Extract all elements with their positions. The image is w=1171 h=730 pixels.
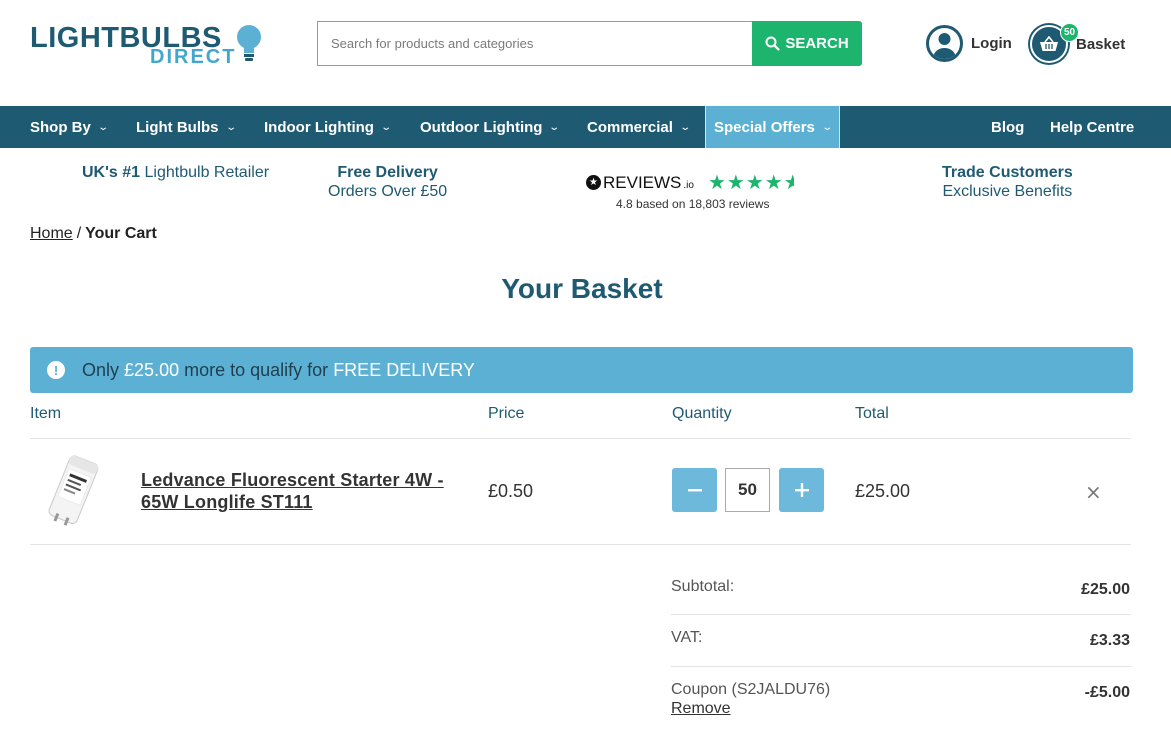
subtotal-label: Subtotal: [671, 578, 735, 595]
nav-item-label: Light Bulbs [136, 118, 219, 136]
quantity-input[interactable] [725, 468, 770, 512]
nav-item-light-bulbs[interactable]: Light Bulbs ⌄ [136, 106, 237, 148]
nav-item-label: Blog [991, 118, 1025, 136]
product-name-link[interactable]: Ledvance Fluorescent Starter 4W - 65W Lo… [141, 469, 471, 513]
usp-delivery-title: Free Delivery [337, 164, 438, 181]
nav-item-label: Commercial [587, 118, 673, 136]
usp-retailer-bold: UK's #1 [82, 164, 141, 181]
reviews-star-logo-icon: ★ [586, 175, 601, 190]
close-icon[interactable]: × [1085, 480, 1102, 504]
nav-item-help-centre[interactable]: Help Centre [1050, 106, 1134, 148]
main-navigation: Shop By ⌄ Light Bulbs ⌄ Indoor Lighting … [0, 106, 1171, 148]
chevron-down-icon: ⌄ [380, 121, 393, 133]
divider [30, 438, 1131, 439]
divider [30, 544, 1131, 545]
login-label: Login [971, 35, 1012, 52]
breadcrumb: Home / Your Cart [30, 225, 157, 243]
column-header-price: Price [488, 405, 525, 422]
banner-highlight: FREE DELIVERY [333, 359, 475, 380]
search-field[interactable] [317, 21, 753, 66]
nav-item-shop-by[interactable]: Shop By ⌄ [30, 106, 109, 148]
divider [671, 666, 1131, 667]
minus-icon [687, 489, 702, 492]
banner-prefix: Only [82, 359, 120, 380]
reviews-brand: REVIEWS [603, 172, 682, 192]
info-icon: ! [47, 361, 65, 379]
chevron-down-icon: ⌄ [97, 121, 109, 133]
basket-label: Basket [1076, 35, 1126, 53]
nav-item-label: Special Offers [714, 118, 815, 136]
lightbulb-logo-icon [237, 25, 261, 61]
breadcrumb-separator: / [76, 225, 82, 242]
usp-delivery-subtitle: Orders Over £50 [328, 183, 448, 200]
reviews-widget[interactable]: ★ REVIEWS .io ★★★★★ 4.8 based on 18,803 r… [586, 170, 804, 211]
divider [671, 614, 1131, 615]
search-icon [765, 36, 780, 51]
chevron-down-icon: ⌄ [548, 121, 561, 133]
nav-item-label: Outdoor Lighting [420, 118, 543, 136]
product-image[interactable] [36, 452, 112, 530]
reviews-summary: 4.8 based on 18,803 reviews [616, 197, 770, 211]
free-delivery-banner: ! Only £25.00 more to qualify for FREE D… [30, 347, 1133, 393]
nav-item-label: Shop By [30, 118, 91, 136]
site-logo[interactable]: LIGHTBULBS DIRECT [30, 22, 265, 68]
nav-item-special-offers[interactable]: Special Offers ⌄ [705, 106, 841, 148]
reviews-suffix: .io [683, 180, 694, 191]
nav-item-label: Help Centre [1050, 118, 1135, 136]
vat-label: VAT: [671, 629, 703, 646]
rating-stars-icon: ★★★★★ [707, 172, 794, 194]
quantity-decrease-button[interactable] [672, 468, 717, 512]
coupon-remove-link[interactable]: Remove [671, 700, 731, 718]
chevron-down-icon: ⌄ [679, 121, 691, 133]
basket-icon: 50 [1030, 23, 1079, 63]
usp-trade-customers[interactable]: Trade Customers Exclusive Benefits [942, 163, 1073, 201]
column-header-total: Total [855, 405, 889, 422]
login-link[interactable]: Login [926, 25, 1012, 62]
banner-middle: more to qualify for [184, 359, 329, 380]
logo-text-bottom: DIRECT [150, 46, 237, 68]
vat-value: £3.33 [1089, 632, 1130, 649]
breadcrumb-home-link[interactable]: Home [30, 225, 73, 243]
column-header-item: Item [30, 405, 62, 422]
subtotal-value: £25.00 [1081, 581, 1130, 598]
nav-item-blog[interactable]: Blog [991, 106, 1024, 148]
breadcrumb-current: Your Cart [85, 225, 157, 242]
basket-link[interactable]: 50 Basket [1030, 23, 1126, 63]
product-price: £0.50 [488, 481, 534, 501]
coupon-label: Coupon (S2JALDU76) [671, 681, 831, 698]
basket-count-badge: 50 [1060, 23, 1079, 42]
usp-retailer: UK's #1 Lightbulb Retailer [82, 163, 269, 182]
column-header-quantity: Quantity [672, 405, 732, 422]
nav-item-indoor-lighting[interactable]: Indoor Lighting ⌄ [264, 106, 393, 148]
search-input[interactable] [331, 36, 753, 51]
user-icon [926, 25, 963, 62]
plus-icon [794, 483, 809, 497]
search-button[interactable]: SEARCH [752, 21, 862, 66]
usp-free-delivery[interactable]: Free Delivery Orders Over £50 [328, 163, 447, 201]
chevron-down-icon: ⌄ [821, 121, 833, 133]
quantity-increase-button[interactable] [779, 468, 824, 512]
usp-trade-subtitle: Exclusive Benefits [942, 183, 1073, 200]
chevron-down-icon: ⌄ [224, 121, 237, 133]
reviews-logo: ★ REVIEWS .io ★★★★★ [586, 170, 804, 195]
search-button-label: SEARCH [785, 35, 849, 52]
nav-item-commercial[interactable]: Commercial ⌄ [587, 106, 691, 148]
nav-item-label: Indoor Lighting [264, 118, 374, 136]
banner-amount: £25.00 [124, 359, 180, 380]
line-total: £25.00 [855, 481, 911, 501]
page-title: Your Basket [501, 273, 663, 304]
usp-trade-title: Trade Customers [942, 164, 1073, 181]
usp-retailer-text: Lightbulb Retailer [144, 164, 270, 181]
nav-item-outdoor-lighting[interactable]: Outdoor Lighting ⌄ [420, 106, 561, 148]
coupon-value: -£5.00 [1084, 684, 1130, 701]
